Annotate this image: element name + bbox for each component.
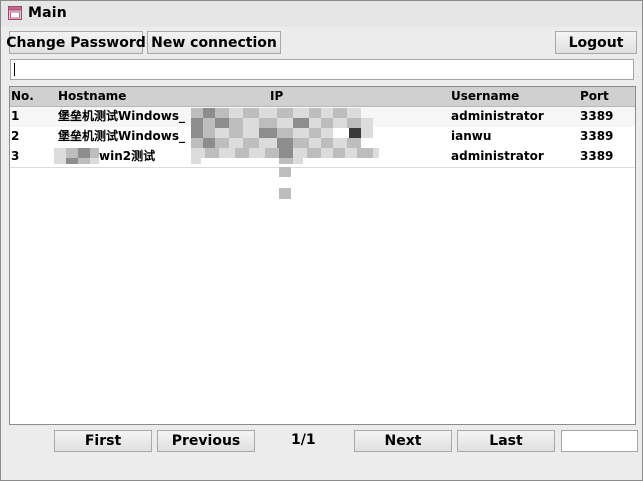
header-hostname[interactable]: Hostname (58, 87, 126, 106)
cell-no: 3 (11, 149, 20, 163)
cell-username: administrator (451, 149, 544, 163)
window-title: Main (28, 5, 67, 21)
last-page-button[interactable]: Last (457, 430, 555, 452)
cell-no: 1 (11, 109, 20, 123)
cell-hostname: win2测试 (99, 149, 156, 163)
window-app-icon (8, 6, 22, 20)
text-caret (14, 63, 15, 76)
header-no[interactable]: No. (11, 87, 34, 106)
change-password-button[interactable]: Change Password (6, 31, 146, 54)
cell-port: 3389 (580, 109, 614, 123)
connection-table[interactable]: No. Hostname IP Username Port 1 堡垒机测试Win… (9, 86, 636, 425)
previous-page-button[interactable]: Previous (157, 430, 255, 452)
new-connection-button[interactable]: New connection (147, 31, 281, 54)
title-bar: Main (1, 1, 642, 27)
header-username[interactable]: Username (451, 87, 519, 106)
cell-port: 3389 (580, 149, 614, 163)
header-ip[interactable]: IP (270, 87, 283, 106)
first-page-button[interactable]: First (54, 430, 152, 452)
cell-username: administrator (451, 109, 544, 123)
next-page-button[interactable]: Next (354, 430, 452, 452)
cell-no: 2 (11, 129, 20, 143)
cell-hostname: 堡垒机测试Windows_ (58, 129, 185, 143)
table-header: No. Hostname IP Username Port (10, 87, 635, 107)
main-window: Main Change Password New connection Logo… (0, 0, 643, 481)
cell-port: 3389 (580, 129, 614, 143)
logout-button[interactable]: Logout (555, 31, 637, 54)
header-port[interactable]: Port (580, 87, 609, 106)
page-indicator: 1/1 (291, 432, 316, 448)
search-input[interactable] (10, 59, 634, 80)
cell-hostname: 堡垒机测试Windows_ (58, 109, 185, 123)
page-number-input[interactable] (561, 430, 638, 452)
cell-username: ianwu (451, 129, 492, 143)
